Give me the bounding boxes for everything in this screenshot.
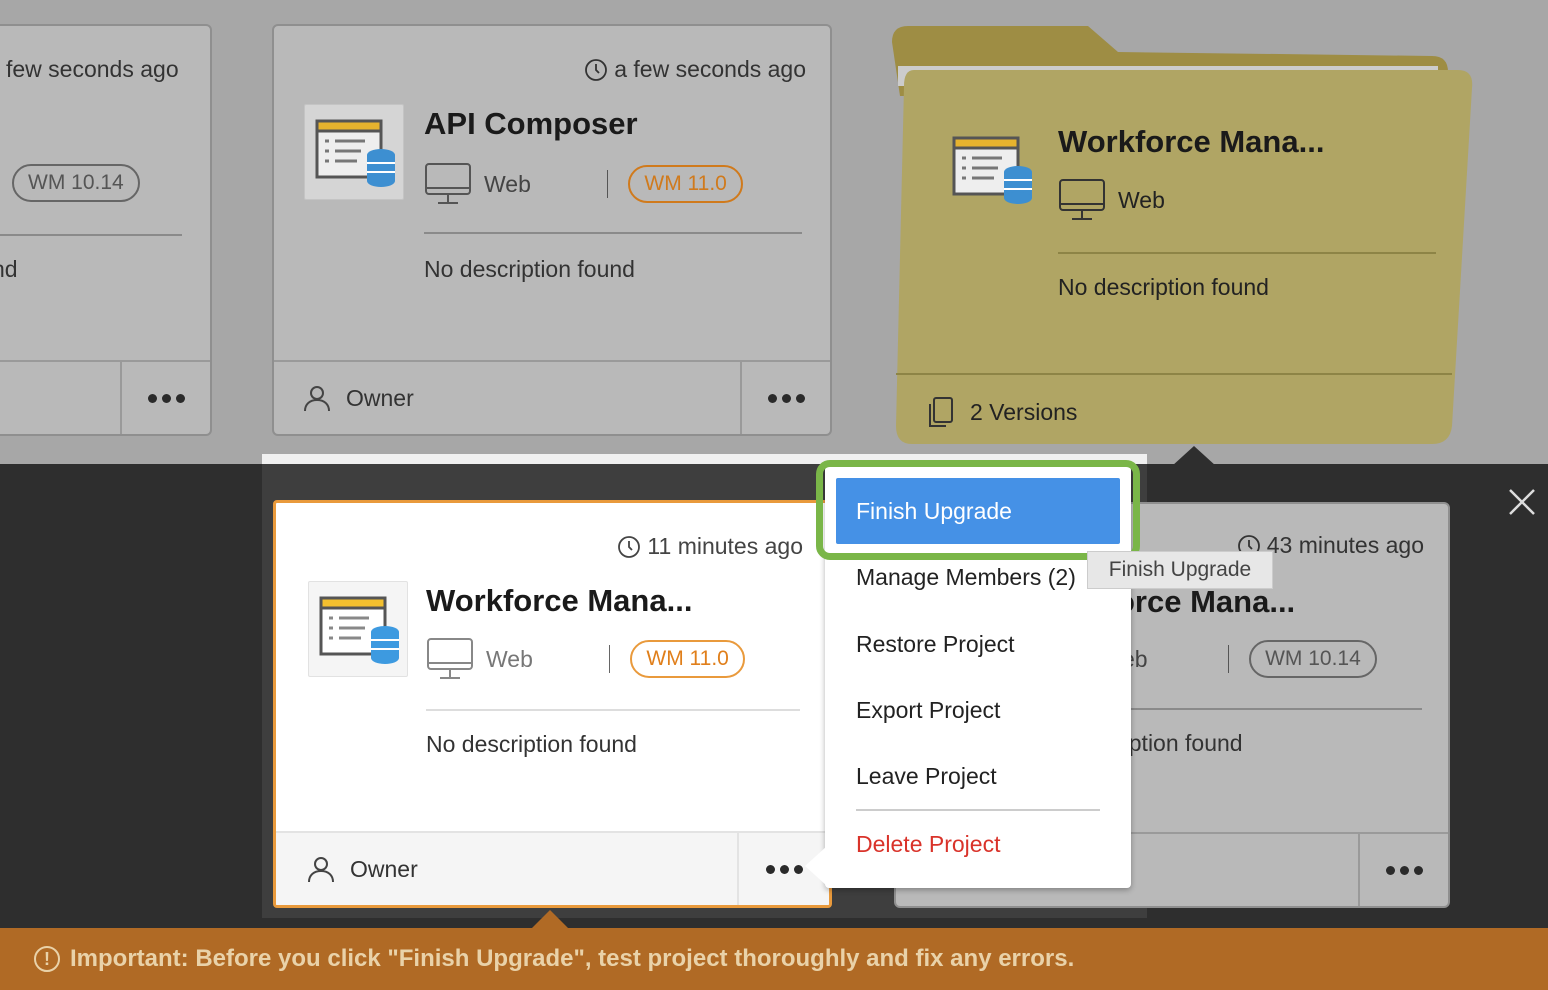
card-description: No description found — [1058, 274, 1269, 300]
version-badge: WM 11.0 — [628, 165, 743, 203]
clock-icon — [618, 535, 641, 558]
folder-shape — [892, 26, 1473, 444]
project-title: Workforce Mana... — [1058, 124, 1325, 159]
close-icon[interactable] — [1506, 486, 1538, 518]
project-thumbnail — [942, 122, 1042, 218]
monitor-icon — [1059, 179, 1105, 220]
card-divider — [1116, 708, 1422, 710]
project-card-api-composer[interactable]: a few seconds ago API Composer Web WM 11… — [272, 24, 832, 436]
card-meta: eb WM 10.14 — [1122, 640, 1377, 678]
card-meta: Web WM 11.0 — [426, 637, 745, 681]
meta-separator — [606, 170, 609, 198]
menu-item-restore-project[interactable]: Restore Project — [856, 631, 1015, 658]
more-options-button[interactable] — [120, 362, 210, 434]
platform-label: Web — [424, 162, 531, 206]
card-meta: WM 10.14 — [12, 164, 140, 202]
card-description: No description found — [426, 731, 637, 757]
menu-item-manage-members[interactable]: Manage Members (2) — [856, 564, 1076, 591]
menu-item-export-project[interactable]: Export Project — [856, 697, 1000, 724]
card-description: No description found — [424, 256, 635, 282]
more-options-button[interactable] — [1358, 834, 1448, 906]
project-card-selected[interactable]: 11 minutes ago Workforce Mana... Web WM … — [273, 500, 832, 908]
card-divider — [424, 232, 802, 234]
card-description: ription found — [1116, 730, 1243, 756]
version-badge: WM 10.14 — [12, 164, 140, 202]
card-description: nd — [0, 256, 18, 282]
highlight-ring — [816, 460, 1140, 560]
card-timestamp: 11 minutes ago — [617, 533, 803, 560]
card-timestamp: a few seconds ago — [584, 56, 806, 83]
monitor-icon — [427, 638, 473, 679]
banner-text: Important: Before you click "Finish Upgr… — [70, 945, 1075, 972]
card-footer: Owner — [274, 360, 830, 434]
project-title: orce Mana... — [1116, 584, 1296, 619]
menu-divider — [856, 809, 1100, 811]
tooltip: Finish Upgrade — [1087, 551, 1273, 589]
warning-icon: ! — [34, 946, 60, 972]
card-footer-left — [0, 362, 120, 434]
owner-label: Owner — [274, 362, 740, 434]
menu-item-leave-project[interactable]: Leave Project — [856, 763, 997, 790]
owner-label: Owner — [276, 833, 737, 905]
clock-icon — [585, 58, 608, 81]
project-thumbnail — [304, 104, 404, 200]
version-badge: WM 11.0 — [630, 640, 745, 678]
card-timestamp: few seconds ago — [6, 56, 179, 82]
project-title: Workforce Mana... — [426, 583, 693, 618]
versions-label[interactable]: 2 Versions — [928, 396, 1077, 428]
more-options-button[interactable] — [740, 362, 830, 434]
meta-separator — [608, 645, 611, 673]
card-divider — [1058, 252, 1436, 254]
menu-pointer — [805, 846, 827, 886]
version-badge: WM 10.14 — [1249, 640, 1377, 678]
project-folder-card[interactable]: Workforce Mana... Web No description fou… — [892, 26, 1476, 446]
menu-item-delete-project[interactable]: Delete Project — [856, 831, 1000, 858]
overlay-pointer — [1172, 446, 1216, 466]
important-banner: ! Important: Before you click "Finish Up… — [0, 928, 1548, 990]
card-footer: Owner — [276, 831, 829, 905]
monitor-icon — [425, 163, 471, 204]
app-database-icon — [952, 136, 1032, 204]
card-pointer — [532, 910, 568, 928]
more-icon — [765, 864, 803, 874]
more-icon — [767, 393, 805, 403]
more-icon — [1385, 865, 1423, 875]
project-title: API Composer — [424, 106, 638, 141]
card-divider — [426, 709, 800, 711]
app-database-icon — [319, 596, 399, 664]
project-card-partial-left[interactable]: few seconds ago WM 10.14 nd — [0, 24, 212, 436]
card-meta: Web WM 11.0 — [424, 162, 743, 206]
copy-icon — [929, 397, 953, 427]
meta-separator — [1227, 645, 1230, 673]
platform-label: Web — [1058, 178, 1165, 222]
project-thumbnail — [308, 581, 408, 677]
app-database-icon — [315, 119, 395, 187]
card-footer — [0, 360, 210, 434]
user-icon — [308, 857, 334, 883]
more-icon — [147, 393, 185, 403]
platform-label: Web — [426, 637, 533, 681]
card-divider — [0, 234, 182, 236]
user-icon — [304, 386, 330, 412]
